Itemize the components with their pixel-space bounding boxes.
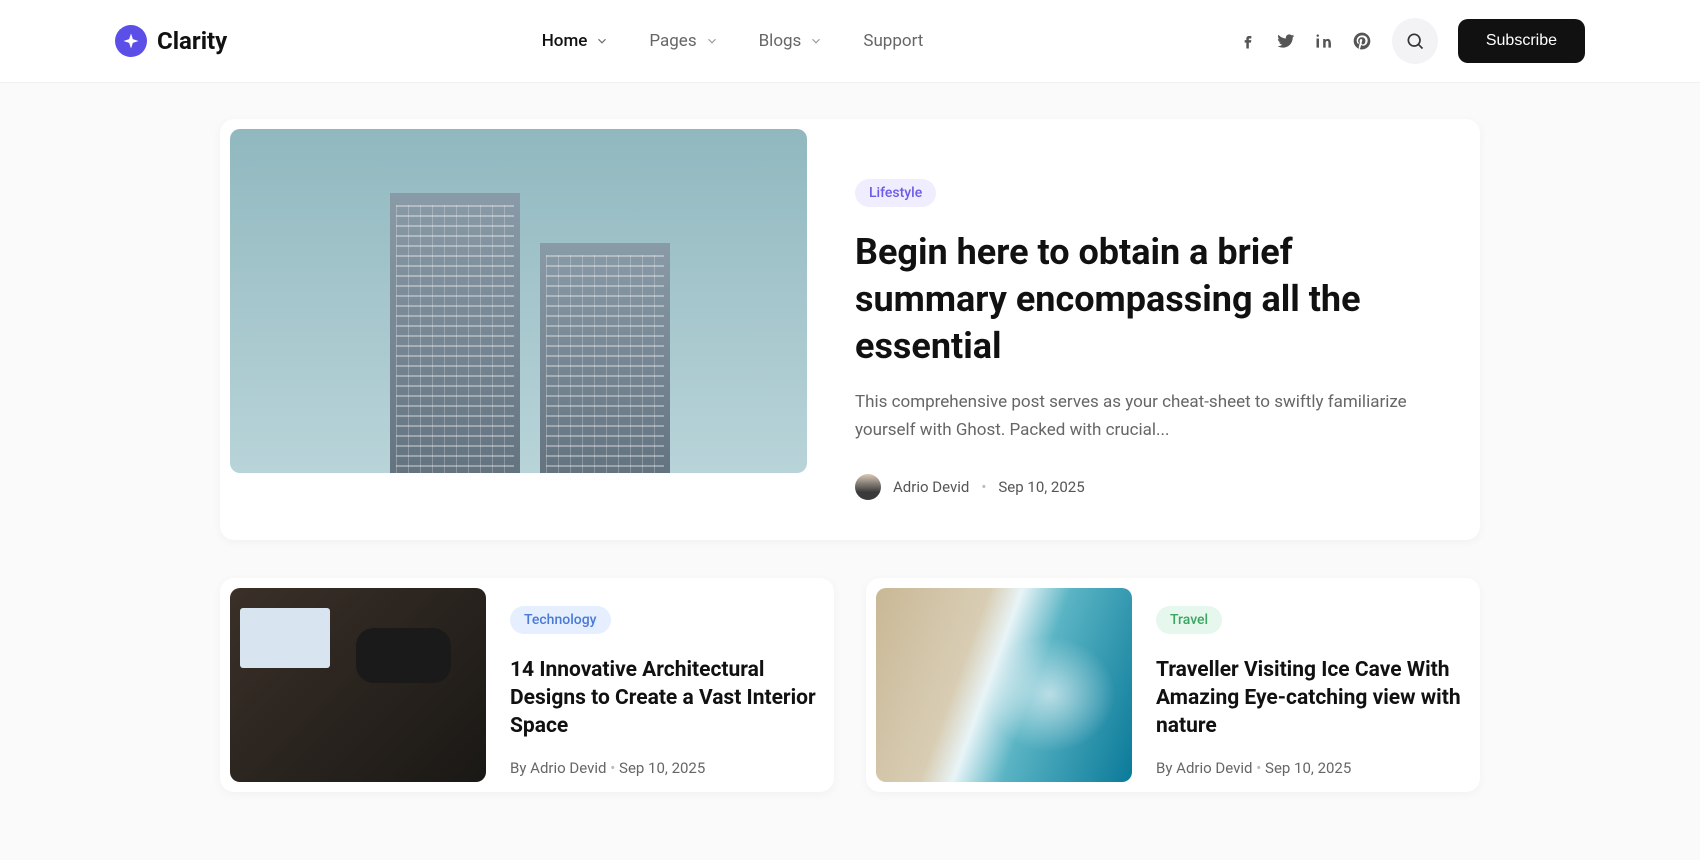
logo-text: Clarity [157, 27, 227, 55]
card-image [230, 588, 486, 782]
main-content: Lifestyle Begin here to obtain a brief s… [220, 83, 1480, 832]
card-author[interactable]: By Adrio Devid [510, 759, 607, 777]
card-date: Sep 10, 2025 [619, 759, 705, 777]
featured-meta: Adrio Devid • Sep 10, 2025 [855, 474, 1410, 500]
facebook-icon[interactable] [1238, 31, 1258, 51]
nav-support[interactable]: Support [863, 31, 923, 51]
card-meta: By Adrio Devid • Sep 10, 2025 [510, 759, 816, 777]
card-title[interactable]: Traveller Visiting Ice Cave With Amazing… [1156, 656, 1462, 741]
header: Clarity Home Pages Blogs Support Subscri… [0, 0, 1700, 83]
card-image [876, 588, 1132, 782]
card-body: Technology 14 Innovative Architectural D… [510, 588, 824, 782]
featured-post[interactable]: Lifestyle Begin here to obtain a brief s… [220, 119, 1480, 540]
pinterest-icon[interactable] [1352, 31, 1372, 51]
card-body: Travel Traveller Visiting Ice Cave With … [1156, 588, 1470, 782]
card-tag[interactable]: Travel [1156, 606, 1222, 634]
twitter-icon[interactable] [1276, 31, 1296, 51]
linkedin-icon[interactable] [1314, 31, 1334, 51]
logo[interactable]: Clarity [115, 25, 227, 57]
dot-separator: • [1256, 759, 1265, 777]
search-icon [1405, 31, 1425, 51]
card-date: Sep 10, 2025 [1265, 759, 1351, 777]
avatar[interactable] [855, 474, 881, 500]
featured-image [230, 129, 807, 473]
featured-tag[interactable]: Lifestyle [855, 179, 936, 207]
subscribe-button[interactable]: Subscribe [1458, 19, 1585, 63]
main-nav: Home Pages Blogs Support [542, 31, 924, 51]
post-card[interactable]: Travel Traveller Visiting Ice Cave With … [866, 578, 1480, 792]
nav-blogs[interactable]: Blogs [759, 31, 824, 51]
card-meta: By Adrio Devid • Sep 10, 2025 [1156, 759, 1462, 777]
post-card[interactable]: Technology 14 Innovative Architectural D… [220, 578, 834, 792]
chevron-down-icon [705, 34, 719, 48]
header-right: Subscribe [1238, 18, 1585, 64]
search-button[interactable] [1392, 18, 1438, 64]
featured-author[interactable]: Adrio Devid [893, 478, 969, 496]
logo-icon [115, 25, 147, 57]
chevron-down-icon [809, 34, 823, 48]
card-title[interactable]: 14 Innovative Architectural Designs to C… [510, 656, 816, 741]
card-author[interactable]: By Adrio Devid [1156, 759, 1253, 777]
dot-separator: • [610, 759, 619, 777]
nav-pages-label: Pages [649, 31, 696, 51]
social-links [1238, 31, 1372, 51]
chevron-down-icon [595, 34, 609, 48]
featured-title[interactable]: Begin here to obtain a brief summary enc… [855, 229, 1410, 369]
nav-blogs-label: Blogs [759, 31, 802, 51]
nav-support-label: Support [863, 31, 923, 51]
card-tag[interactable]: Technology [510, 606, 611, 634]
nav-home[interactable]: Home [542, 31, 610, 51]
dot-separator: • [981, 478, 986, 496]
post-grid: Technology 14 Innovative Architectural D… [220, 578, 1480, 792]
featured-date: Sep 10, 2025 [998, 478, 1084, 496]
nav-home-label: Home [542, 31, 588, 51]
featured-body: Lifestyle Begin here to obtain a brief s… [807, 129, 1470, 530]
featured-desc: This comprehensive post serves as your c… [855, 389, 1410, 443]
nav-pages[interactable]: Pages [649, 31, 718, 51]
